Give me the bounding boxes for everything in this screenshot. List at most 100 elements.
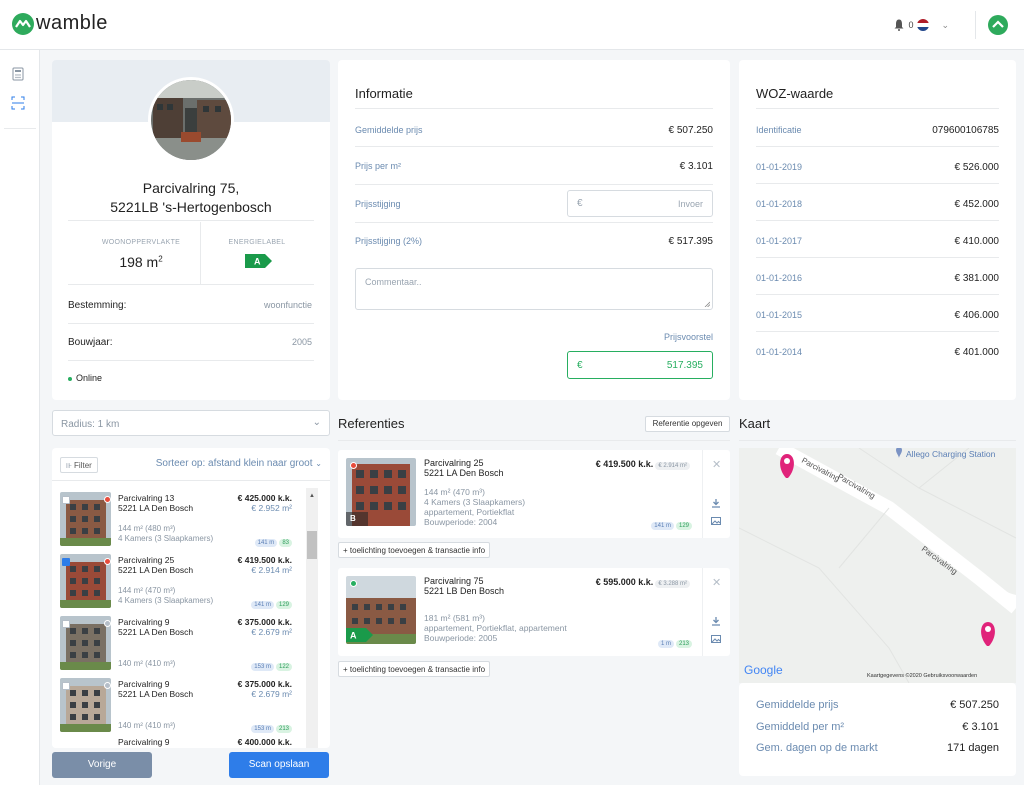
- energy-badge: B: [346, 512, 368, 526]
- bell-icon[interactable]: [894, 19, 904, 31]
- summary-days-value: 171 dagen: [947, 742, 999, 754]
- vorige-button[interactable]: Vorige: [52, 752, 152, 778]
- bestemming-label: Bestemming:: [68, 300, 127, 311]
- surface-unit-sup: 2: [158, 254, 163, 264]
- list-badges: 153 m 213: [251, 721, 292, 733]
- divider: [355, 108, 713, 109]
- image-icon[interactable]: [711, 634, 721, 644]
- list-item-meta: 140 m² (410 m³): [118, 721, 175, 731]
- dutch-flag-icon[interactable]: [917, 19, 930, 31]
- list-item-address: Parcivalring 13 5221 LA Den Bosch: [118, 493, 193, 513]
- summary-days-label: Gem. dagen op de markt: [756, 742, 878, 754]
- green-marker: [350, 580, 357, 587]
- scrollbar-thumb[interactable]: [307, 531, 317, 559]
- filter-button[interactable]: ⊪ Filter: [60, 457, 98, 473]
- brand-name: wamble: [36, 12, 108, 34]
- list-item[interactable]: Parcivalring 25 5221 LA Den Bosch € 419.50…: [52, 550, 298, 611]
- select-checkbox[interactable]: [62, 620, 70, 628]
- notification-count: 0: [908, 20, 914, 30]
- prijsvoorstel-input[interactable]: € 517.395: [567, 351, 713, 379]
- image-icon[interactable]: [711, 516, 721, 526]
- chevron-down-icon: ⌄: [315, 459, 322, 468]
- reference-card[interactable]: B Parcivalring 25 5221 LA Den Bosch € 419…: [338, 450, 730, 538]
- chevron-down-icon[interactable]: ⌄: [941, 20, 949, 31]
- ref-street: Parcivalring 75: [424, 576, 484, 586]
- map[interactable]: Parcivalring Parcivalring Parcivalring A…: [739, 448, 1016, 683]
- map-summary: Gemiddelde prijs € 507.250 Gemiddeld per…: [739, 683, 1016, 776]
- reference-card[interactable]: A Parcivalring 75 5221 LB Den Bosch € 595…: [338, 568, 730, 656]
- user-avatar-icon[interactable]: [988, 15, 1008, 35]
- property-card: Parcivalring 75, 5221LB 's-Hertogenbosch…: [52, 60, 330, 400]
- prijsstijging-input[interactable]: € Invoer: [567, 190, 713, 217]
- referentie-opgeven-button[interactable]: Referentie opgeven: [645, 416, 730, 432]
- wamble-logo-icon: [12, 12, 34, 35]
- list-street: Parcivalring 9: [118, 679, 170, 689]
- list-item[interactable]: Parcivalring 9 5221 LA Den Bosch € 375.000…: [52, 674, 298, 735]
- currency-symbol: €: [577, 198, 583, 209]
- resize-handle-icon[interactable]: [704, 301, 710, 307]
- comment-textarea[interactable]: Commentaar..: [355, 268, 713, 310]
- scroll-up-icon[interactable]: ▲: [309, 493, 315, 499]
- list-area: 144 m² (480 m³): [118, 524, 176, 533]
- calculator-icon[interactable]: [11, 67, 25, 81]
- close-icon[interactable]: ✕: [712, 576, 721, 589]
- woz-row-value: € 381.000: [954, 273, 1000, 284]
- ref-price-value: € 595.000 k.k.: [595, 577, 654, 587]
- select-checkbox[interactable]: [62, 558, 70, 566]
- list-rooms: 4 Kamers (3 Slaapkamers): [118, 534, 214, 543]
- list-badges: 153 m 122: [251, 659, 292, 671]
- woz-row-label: 01-01-2018: [756, 199, 803, 209]
- prijsvoorstel-value: 517.395: [666, 360, 703, 371]
- divider: [756, 331, 999, 332]
- scan-icon[interactable]: [11, 96, 25, 110]
- list-item-meta: 144 m² (480 m³) 4 Kamers (3 Slaapkamers): [118, 524, 213, 544]
- sort-select[interactable]: Sorteer op: afstand klein naar groot ⌄: [156, 458, 322, 469]
- list-item-address: Parcivalring 25 5221 LA Den Bosch: [118, 555, 193, 575]
- summary-avg-price-value: € 507.250: [950, 699, 999, 711]
- map-canvas[interactable]: Parcivalring Parcivalring Parcivalring A…: [739, 448, 1016, 683]
- scan-opslaan-button[interactable]: Scan opslaan: [229, 752, 329, 778]
- list-item[interactable]: Parcivalring 13 5221 LA Den Bosch € 425.00…: [52, 488, 298, 549]
- woz-row-value: € 401.000: [954, 347, 1000, 358]
- list-city: 5221 LA Den Bosch: [118, 503, 194, 513]
- reference-address: Parcivalring 25 5221 LA Den Bosch: [424, 458, 504, 478]
- marker-dot: [104, 620, 111, 627]
- prijs-per-m2-label: Prijs per m²: [355, 161, 402, 171]
- logo[interactable]: wamble: [12, 12, 108, 35]
- select-checkbox[interactable]: [62, 682, 70, 690]
- divider: [52, 480, 330, 481]
- svg-text:A: A: [350, 631, 357, 641]
- distance-badge: 153 m: [251, 663, 274, 671]
- radius-select[interactable]: Radius: 1 km ⌄: [52, 410, 330, 436]
- summary-avg-price-label: Gemiddelde prijs: [756, 699, 839, 711]
- sort-label: Sorteer op: afstand klein naar groot: [155, 458, 313, 469]
- surface-value: 198 m2: [68, 254, 214, 270]
- list-item-ppm: € 2.679 m²: [251, 627, 292, 637]
- distance-badge: 141 m: [254, 539, 278, 547]
- toelichting-link[interactable]: + toelichting toevoegen & transactie inf…: [338, 661, 491, 677]
- ref-period: Bouwperiode: 2005: [424, 633, 498, 643]
- list-item[interactable]: Parcivalring 9 5221 LA Den Bosch € 375.000…: [52, 612, 298, 673]
- prijsstijging-label: Prijsstijging: [355, 199, 401, 209]
- download-icon[interactable]: [711, 616, 721, 626]
- close-icon[interactable]: ✕: [712, 458, 721, 471]
- ref-price-value: € 419.500 k.k.: [595, 459, 654, 469]
- status-dot: [68, 376, 72, 381]
- list-city: 5221 LA Den Bosch: [118, 565, 194, 575]
- download-icon[interactable]: [711, 498, 721, 508]
- referenties-title: Referenties: [338, 416, 405, 431]
- filter-icon: ⊪: [66, 463, 75, 470]
- ref-badges: 1 m 213: [657, 636, 692, 648]
- list-scrollbar[interactable]: ▲: [306, 488, 318, 748]
- prijs-per-m2-value: € 3.101: [679, 161, 713, 172]
- list-item-price: € 375.000 k.k.: [237, 617, 292, 627]
- toelichting-link[interactable]: + toelichting toevoegen & transactie inf…: [338, 542, 491, 558]
- days-badge: 129: [275, 601, 292, 609]
- list-street: Parcivalring 9: [118, 737, 170, 747]
- status-online: Online: [68, 373, 102, 383]
- reference-price: € 419.500 k.k. € 2.914 m²: [596, 459, 690, 470]
- kaart-title: Kaart: [739, 416, 771, 431]
- list-item[interactable]: Parcivalring 9 € 400.000 k.k.: [52, 736, 298, 748]
- select-checkbox[interactable]: [62, 496, 70, 504]
- divider: [975, 11, 976, 39]
